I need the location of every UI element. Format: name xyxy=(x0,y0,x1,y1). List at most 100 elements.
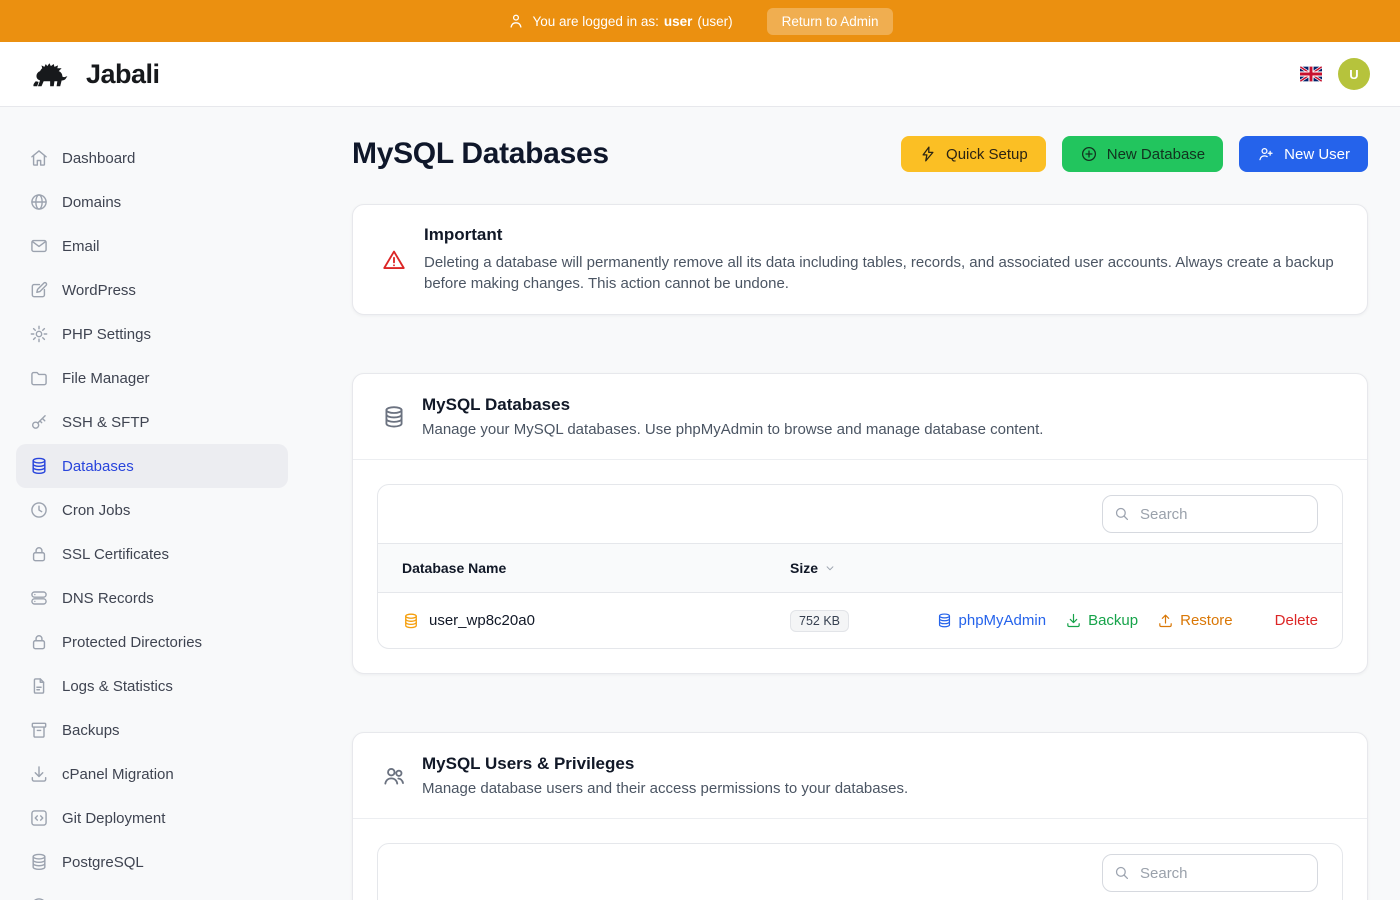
sidebar-item-cpanel-migration[interactable]: cPanel Migration xyxy=(16,752,288,796)
users-card-title: MySQL Users & Privileges xyxy=(422,754,908,774)
backup-link[interactable]: Backup xyxy=(1065,612,1138,629)
download-icon xyxy=(1065,612,1082,629)
sidebar-item-php-settings[interactable]: PHP Settings xyxy=(16,312,288,356)
sidebar-item-ssh-sftp[interactable]: SSH & SFTP xyxy=(16,400,288,444)
mysql-users-card: MySQL Users & Privileges Manage database… xyxy=(352,732,1368,900)
chevron-down-icon xyxy=(823,561,837,575)
new-user-label: New User xyxy=(1284,146,1350,163)
sidebar-item-label: File Manager xyxy=(62,370,150,387)
sidebar-item-label: Email xyxy=(62,238,100,255)
sidebar-item-label: Databases xyxy=(62,458,134,475)
databases-card-title: MySQL Databases xyxy=(422,395,1043,415)
database-icon xyxy=(29,456,49,476)
logged-in-role: (user) xyxy=(697,14,732,29)
sidebar-item-label: PostgreSQL xyxy=(62,854,144,871)
logged-in-prefix: You are logged in as: xyxy=(533,14,659,29)
warning-title: Important xyxy=(424,225,1339,245)
database-row-actions: phpMyAdmin Backup Restore xyxy=(936,612,1318,629)
folder-icon xyxy=(29,368,49,388)
sidebar-item-postgresql[interactable]: PostgreSQL xyxy=(16,840,288,884)
restore-link[interactable]: Restore xyxy=(1157,612,1233,629)
brand-name: Jabali xyxy=(86,59,160,90)
clock-icon xyxy=(29,500,49,520)
sidebar-item-wordpress[interactable]: WordPress xyxy=(16,268,288,312)
topbar: You are logged in as: user (user) Return… xyxy=(0,0,1400,42)
phpmyadmin-link[interactable]: phpMyAdmin xyxy=(936,612,1047,629)
sidebar-item-label: Logs & Statistics xyxy=(62,678,173,695)
databases-table-toolbar xyxy=(378,485,1342,543)
page-actions: Quick Setup New Database New User xyxy=(901,136,1368,172)
search-icon xyxy=(1113,505,1131,523)
sidebar-item-email[interactable]: Email xyxy=(16,224,288,268)
brand-logo: Jabali xyxy=(30,56,160,92)
users-search xyxy=(1102,854,1318,892)
sidebar-item-label: DNS Records xyxy=(62,590,154,607)
sidebar-item-label: Cron Jobs xyxy=(62,502,130,519)
quick-setup-label: Quick Setup xyxy=(946,146,1028,163)
users-search-input[interactable] xyxy=(1102,854,1318,892)
download-icon xyxy=(29,764,49,784)
important-warning-card: Important Deleting a database will perma… xyxy=(352,204,1368,315)
sidebar-item-label: cPanel Migration xyxy=(62,766,174,783)
globe-icon xyxy=(29,192,49,212)
phpmyadmin-label: phpMyAdmin xyxy=(959,612,1047,629)
lock-icon xyxy=(29,544,49,564)
sidebar-item-label: WordPress xyxy=(62,282,136,299)
upload-icon xyxy=(1157,612,1174,629)
delete-label: Delete xyxy=(1275,612,1318,629)
database-icon xyxy=(402,612,420,630)
search-icon xyxy=(1113,864,1131,882)
plus-circle-icon xyxy=(1080,145,1098,163)
avatar[interactable]: U xyxy=(1338,58,1370,90)
users-card-description: Manage database users and their access p… xyxy=(422,780,908,797)
databases-search-input[interactable] xyxy=(1102,495,1318,533)
mysql-databases-card: MySQL Databases Manage your MySQL databa… xyxy=(352,373,1368,674)
databases-card-description: Manage your MySQL databases. Use phpMyAd… xyxy=(422,421,1043,438)
main-content: MySQL Databases Quick Setup New Database… xyxy=(304,107,1400,900)
new-database-button[interactable]: New Database xyxy=(1062,136,1223,172)
sidebar-item-label: Protected Directories xyxy=(62,634,202,651)
quick-setup-button[interactable]: Quick Setup xyxy=(901,136,1046,172)
backup-label: Backup xyxy=(1088,612,1138,629)
sidebar-item-cron-jobs[interactable]: Cron Jobs xyxy=(16,488,288,532)
sidebar-item-file-manager[interactable]: File Manager xyxy=(16,356,288,400)
new-user-button[interactable]: New User xyxy=(1239,136,1368,172)
sidebar-item-dashboard[interactable]: Dashboard xyxy=(16,136,288,180)
key-icon xyxy=(29,412,49,432)
databases-card-header-text: MySQL Databases Manage your MySQL databa… xyxy=(422,395,1043,438)
sidebar-item-partial[interactable] xyxy=(16,884,288,900)
language-flag-icon[interactable] xyxy=(1300,66,1322,82)
sidebar-item-dns-records[interactable]: DNS Records xyxy=(16,576,288,620)
return-to-admin-button[interactable]: Return to Admin xyxy=(767,8,894,35)
document-icon xyxy=(29,676,49,696)
layout: Dashboard Domains Email WordPress PHP Se… xyxy=(0,107,1400,900)
column-size-sort[interactable]: Size xyxy=(790,560,1318,576)
users-icon xyxy=(381,763,407,789)
person-icon xyxy=(507,12,525,30)
database-icon xyxy=(936,612,953,629)
home-icon xyxy=(29,148,49,168)
sidebar-item-backups[interactable]: Backups xyxy=(16,708,288,752)
sidebar-item-label: SSL Certificates xyxy=(62,546,169,563)
sidebar-item-ssl-certificates[interactable]: SSL Certificates xyxy=(16,532,288,576)
sidebar-item-git-deployment[interactable]: Git Deployment xyxy=(16,796,288,840)
delete-link[interactable]: Delete xyxy=(1252,612,1318,629)
new-database-label: New Database xyxy=(1107,146,1205,163)
sidebar-item-domains[interactable]: Domains xyxy=(16,180,288,224)
code-icon xyxy=(29,808,49,828)
warning-body: Deleting a database will permanently rem… xyxy=(424,252,1339,294)
users-card-body: User Database Privileges xyxy=(353,819,1367,900)
users-card-header: MySQL Users & Privileges Manage database… xyxy=(353,733,1367,819)
logged-in-message: You are logged in as: user (user) xyxy=(533,14,733,29)
archive-box-icon xyxy=(29,720,49,740)
sidebar-item-databases[interactable]: Databases xyxy=(16,444,288,488)
sidebar-item-protected-directories[interactable]: Protected Directories xyxy=(16,620,288,664)
databases-search xyxy=(1102,495,1318,533)
sidebar-item-label: Dashboard xyxy=(62,150,135,167)
database-name-cell: user_wp8c20a0 xyxy=(402,612,790,630)
page-title: MySQL Databases xyxy=(352,137,609,171)
databases-card-body: Database Name Size user_wp8c20a0 752 KB xyxy=(353,460,1367,673)
page-header: MySQL Databases Quick Setup New Database… xyxy=(352,136,1368,172)
lightning-icon xyxy=(919,145,937,163)
sidebar-item-logs-statistics[interactable]: Logs & Statistics xyxy=(16,664,288,708)
